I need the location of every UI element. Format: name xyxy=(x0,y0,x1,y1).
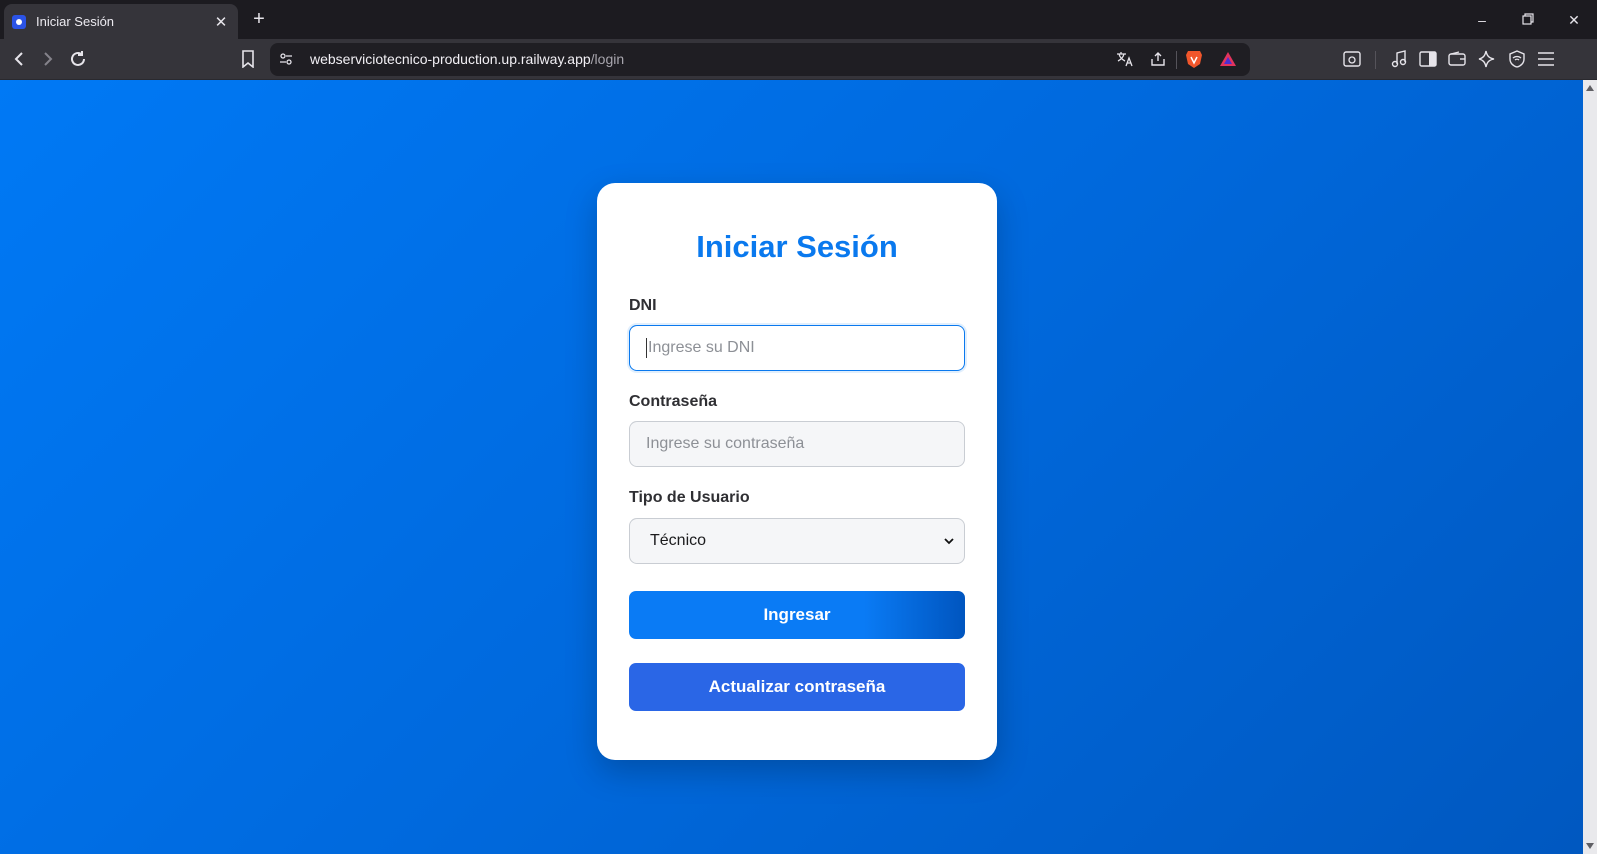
share-icon[interactable] xyxy=(1146,47,1170,71)
media-icon[interactable] xyxy=(1387,47,1411,71)
site-settings-icon[interactable] xyxy=(274,47,298,71)
page-background: Iniciar Sesión DNI Ingrese su DNI Contra… xyxy=(0,80,1583,854)
url-text: webserviciotecnico-production.up.railway… xyxy=(310,51,624,67)
dni-placeholder: Ingrese su DNI xyxy=(648,339,755,356)
brave-shields-icon[interactable] xyxy=(1182,47,1206,71)
minimize-icon[interactable]: – xyxy=(1462,7,1502,33)
user-type-label: Tipo de Usuario xyxy=(629,489,750,506)
sidebar-icon[interactable] xyxy=(1416,47,1440,71)
user-type-select[interactable]: Técnico xyxy=(629,518,965,564)
wallet-icon[interactable] xyxy=(1445,47,1469,71)
dni-label: DNI xyxy=(629,297,657,314)
reader-mode-icon[interactable] xyxy=(1340,47,1364,71)
new-tab-icon[interactable]: + xyxy=(249,8,269,30)
restore-icon[interactable] xyxy=(1508,7,1548,33)
user-type-value: Técnico xyxy=(650,532,707,549)
address-bar[interactable]: webserviciotecnico-production.up.railway… xyxy=(270,43,1250,76)
update-password-button[interactable]: Actualizar contraseña xyxy=(629,663,965,711)
login-submit-button[interactable]: Ingresar xyxy=(629,591,965,639)
menu-icon[interactable] xyxy=(1534,47,1558,71)
site-favicon-icon xyxy=(12,14,26,29)
login-title: Iniciar Sesión xyxy=(696,229,898,264)
close-tab-icon[interactable]: ✕ xyxy=(212,13,230,31)
scroll-up-icon[interactable] xyxy=(1586,85,1594,91)
translate-icon[interactable] xyxy=(1113,47,1137,71)
vertical-scrollbar[interactable] xyxy=(1583,80,1597,854)
brave-rewards-icon[interactable] xyxy=(1216,47,1240,71)
back-icon[interactable] xyxy=(7,47,31,71)
reload-icon[interactable] xyxy=(66,47,90,71)
bookmark-icon[interactable] xyxy=(236,47,260,71)
url-host: webserviciotecnico-production.up.railway… xyxy=(310,51,591,67)
dni-input[interactable]: Ingrese su DNI xyxy=(629,325,965,371)
password-input[interactable]: Ingrese su contraseña xyxy=(629,421,965,467)
toolbar-separator xyxy=(1375,51,1376,69)
scroll-down-icon[interactable] xyxy=(1586,843,1594,849)
login-card: Iniciar Sesión DNI Ingrese su DNI Contra… xyxy=(597,183,997,760)
password-placeholder: Ingrese su contraseña xyxy=(646,435,805,452)
leo-ai-icon[interactable] xyxy=(1475,47,1499,71)
vpn-icon[interactable] xyxy=(1505,47,1529,71)
tab-strip: Iniciar Sesión ✕ + – ✕ xyxy=(0,0,1597,39)
tab-title: Iniciar Sesión xyxy=(36,14,115,29)
forward-icon[interactable] xyxy=(36,47,60,71)
address-bar-separator xyxy=(1176,51,1177,69)
url-path: /login xyxy=(590,51,625,67)
chevron-down-icon xyxy=(944,534,954,548)
browser-toolbar: webserviciotecnico-production.up.railway… xyxy=(0,39,1597,80)
browser-tab[interactable]: Iniciar Sesión ✕ xyxy=(4,4,238,39)
close-window-icon[interactable]: ✕ xyxy=(1554,7,1594,33)
password-label: Contraseña xyxy=(629,393,718,410)
text-cursor xyxy=(646,338,647,358)
